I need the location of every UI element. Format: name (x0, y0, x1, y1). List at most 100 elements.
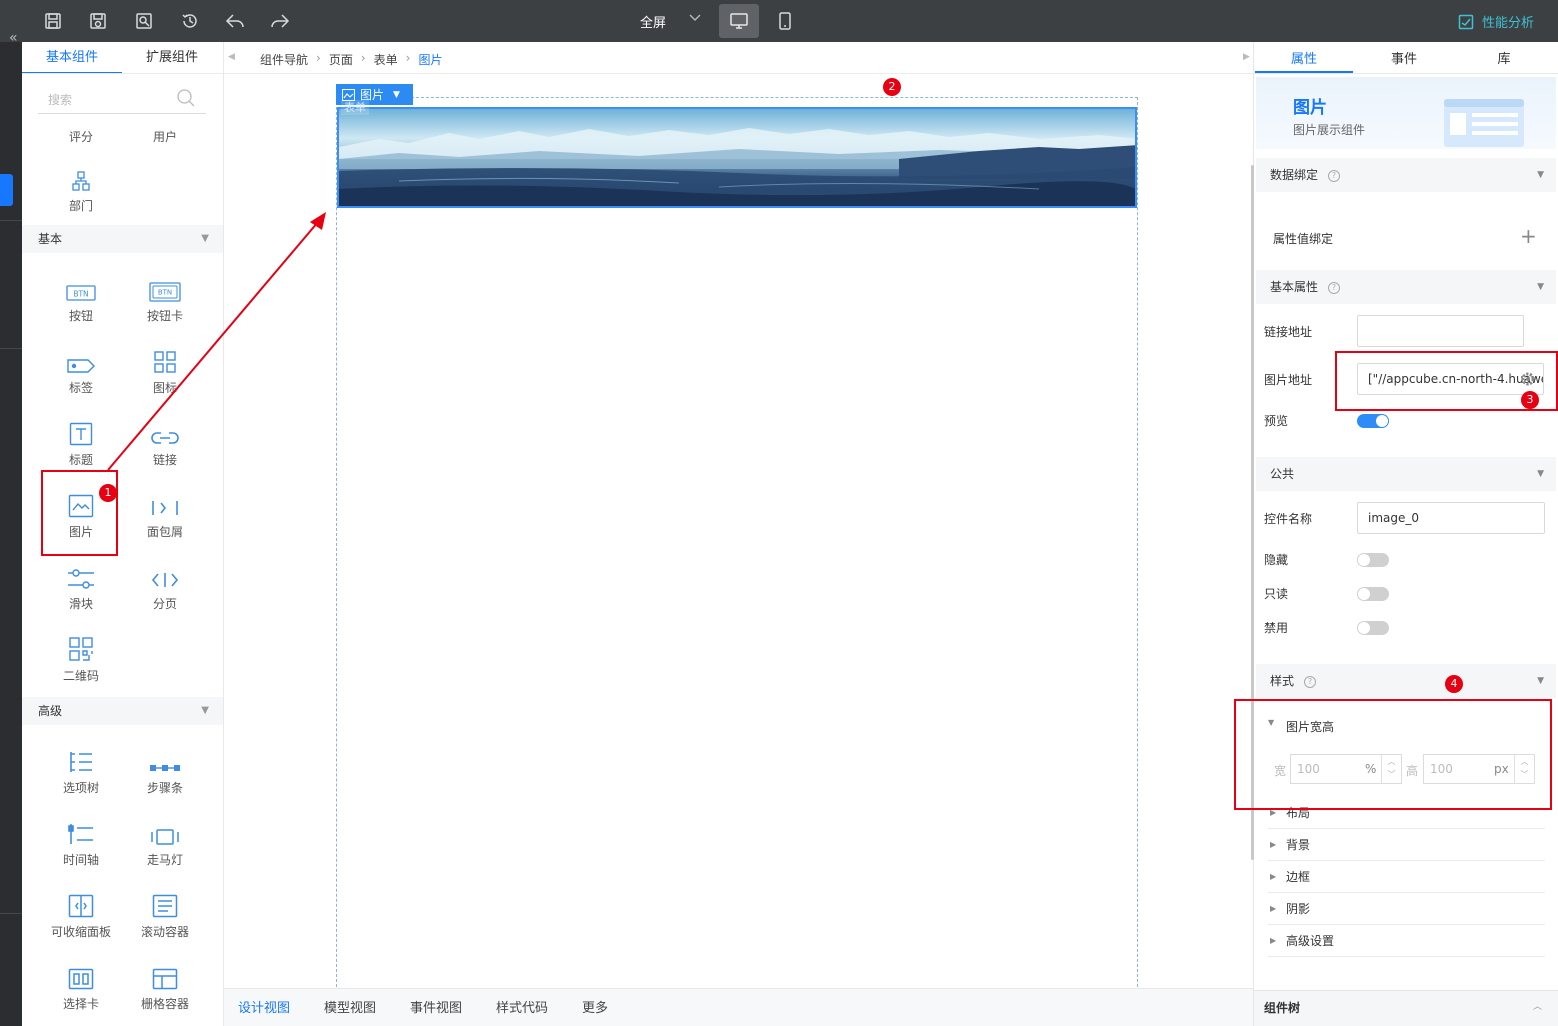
section-advanced-title: 高级 (38, 704, 63, 718)
palette-item-steps[interactable]: 步骤条 (123, 742, 207, 796)
save-icon[interactable] (41, 9, 65, 33)
help-icon[interactable]: ? (1328, 169, 1341, 182)
preview-label: 预览 (1264, 414, 1289, 428)
form-container[interactable] (336, 97, 1138, 992)
section-advanced[interactable]: 高级 ▼ (22, 697, 223, 725)
palette-item-rating[interactable]: 评分 (39, 128, 123, 145)
grid-container-icon (123, 958, 207, 990)
tab-style-code[interactable]: 样式代码 (496, 997, 548, 1016)
pagination-icon (123, 558, 207, 590)
subsection-label: 阴影 (1286, 902, 1311, 916)
breadcrumb-item[interactable]: 页面 (329, 51, 353, 68)
style-section-shadow[interactable]: ▶ 阴影 (1268, 893, 1545, 925)
component-illustration-icon (1442, 97, 1526, 147)
chevron-down-icon[interactable] (688, 10, 702, 24)
palette-item-pagination[interactable]: 分页 (123, 558, 207, 612)
caret-right-icon[interactable]: ▶ (1243, 52, 1250, 62)
section-basic-title: 基本 (38, 232, 63, 246)
mobile-view-button[interactable] (772, 4, 798, 38)
tab-event-view[interactable]: 事件视图 (410, 997, 462, 1016)
tab-library[interactable]: 库 (1454, 48, 1554, 67)
tab-events[interactable]: 事件 (1354, 48, 1454, 67)
collapse-panel-icon (39, 886, 123, 918)
palette-item-button[interactable]: BTN 按钮 (39, 270, 123, 324)
steps-icon (123, 742, 207, 774)
style-section-background[interactable]: ▶ 背景 (1268, 829, 1545, 861)
palette-item-department[interactable]: 部门 (39, 160, 123, 214)
caret-down-icon[interactable]: ▼ (393, 90, 400, 100)
palette-item-tabs[interactable]: 选择卡 (39, 958, 123, 1012)
desktop-view-button[interactable] (719, 4, 759, 38)
undo-icon[interactable] (223, 9, 247, 33)
section-basic[interactable]: 基本 ▼ (22, 225, 223, 253)
performance-analysis-button[interactable]: 性能分析 (1458, 12, 1534, 31)
breadcrumb-item[interactable]: 表单 (374, 51, 398, 68)
perf-label: 性能分析 (1482, 16, 1535, 31)
annotation-box-4 (1234, 699, 1552, 810)
help-icon[interactable]: ? (1304, 675, 1317, 688)
history-icon[interactable] (178, 9, 202, 33)
redo-icon[interactable] (268, 9, 292, 33)
palette-item-link[interactable]: 链接 (123, 414, 207, 468)
hidden-toggle[interactable] (1357, 553, 1389, 567)
fullscreen-select[interactable]: 全屏 (640, 12, 666, 31)
link-icon (123, 414, 207, 446)
collapse-left-icon[interactable]: « (9, 30, 18, 46)
section-style[interactable]: 样式? ▼ (1256, 664, 1556, 698)
style-section-border[interactable]: ▶ 边框 (1268, 861, 1545, 893)
palette-item-title[interactable]: 标题 (39, 414, 123, 468)
search-icon[interactable] (176, 88, 196, 108)
side-strip-divider (0, 220, 22, 221)
section-data-binding[interactable]: 数据绑定? ▼ (1256, 158, 1556, 192)
palette-item-qrcode[interactable]: 二维码 (39, 630, 123, 684)
help-icon[interactable]: ? (1328, 281, 1341, 294)
palette-item-label: 按钮 (68, 309, 93, 323)
search-underline (38, 113, 206, 114)
add-icon[interactable]: + (1520, 226, 1537, 246)
caret-left-icon[interactable]: ◀ (228, 52, 235, 62)
control-name-input[interactable]: image_0 (1357, 502, 1545, 534)
component-tree-bar[interactable]: 组件树 ︿ (1254, 990, 1558, 1026)
tab-basic-components[interactable]: 基本组件 (22, 42, 122, 74)
section-basic-props[interactable]: 基本属性? ▼ (1256, 270, 1556, 304)
caret-down-icon: ▼ (201, 233, 209, 244)
search-input[interactable]: 搜索 (48, 91, 72, 108)
palette-item-timeline[interactable]: 时间轴 (39, 814, 123, 868)
readonly-toggle[interactable] (1357, 587, 1389, 601)
palette-item-button-card[interactable]: BTN 按钮卡 (123, 270, 207, 324)
palette-item-tag[interactable]: 标签 (39, 342, 123, 396)
preview-icon[interactable] (132, 9, 156, 33)
save-as-icon[interactable] (86, 9, 110, 33)
tab-model-view[interactable]: 模型视图 (324, 997, 376, 1016)
disabled-toggle[interactable] (1357, 621, 1389, 635)
palette-item-user[interactable]: 用户 (123, 128, 207, 145)
style-section-advanced[interactable]: ▶ 高级设置 (1268, 925, 1545, 957)
tab-more[interactable]: 更多 (582, 997, 608, 1016)
palette-item-label: 按钮卡 (146, 309, 183, 323)
breadcrumb-item[interactable]: 组件导航 (260, 51, 308, 68)
caret-down-icon: ▼ (1537, 469, 1544, 479)
palette-item-carousel[interactable]: 走马灯 (123, 814, 207, 868)
view-tabs-bar (224, 988, 1253, 1026)
caret-up-icon[interactable]: ︿ (1533, 999, 1542, 1012)
link-url-input[interactable] (1357, 315, 1524, 347)
palette-item-collapse-panel[interactable]: 可收缩面板 (39, 886, 123, 940)
section-title: 数据绑定 (1270, 168, 1319, 182)
palette-item-slider[interactable]: 滑块 (39, 558, 123, 612)
image-url-label: 图片地址 (1264, 373, 1313, 387)
tab-properties[interactable]: 属性 (1254, 48, 1354, 67)
tab-design-view[interactable]: 设计视图 (238, 997, 290, 1016)
timeline-icon (39, 814, 123, 846)
section-common[interactable]: 公共 ▼ (1256, 457, 1556, 491)
palette-item-icon[interactable]: 图标 (123, 342, 207, 396)
palette-item-scroll-container[interactable]: 滚动容器 (123, 886, 207, 940)
annotation-badge-4: 4 (1445, 675, 1463, 693)
palette-item-tree[interactable]: 选项树 (39, 742, 123, 796)
palette-item-breadcrumb[interactable]: 面包屑 (123, 486, 207, 540)
tab-extended-components[interactable]: 扩展组件 (122, 42, 222, 74)
monitor-icon (730, 13, 748, 29)
image-component[interactable] (337, 107, 1137, 208)
preview-toggle[interactable] (1357, 414, 1389, 428)
breadcrumb-item-current[interactable]: 图片 (418, 51, 442, 68)
palette-item-grid-container[interactable]: 栅格容器 (123, 958, 207, 1012)
